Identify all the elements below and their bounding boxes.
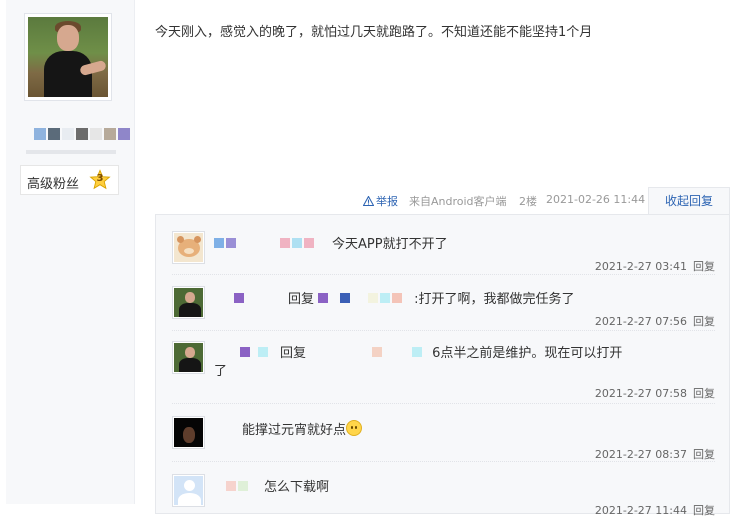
reply-avatar[interactable] — [172, 231, 205, 264]
reply-button[interactable]: 回复 — [693, 260, 715, 273]
username-obscured[interactable] — [214, 293, 232, 303]
fan-level-label: 高级粉丝 — [27, 177, 80, 192]
reply-avatar[interactable] — [172, 341, 205, 374]
reply-avatar[interactable] — [172, 474, 205, 507]
reply-avatar[interactable] — [172, 416, 205, 449]
emoji-icon — [346, 420, 363, 436]
reply-time: 2021-2-27 08:37 回复 — [594, 448, 715, 461]
divider — [172, 274, 715, 276]
reply-prefix: 回复 — [288, 292, 315, 307]
reply-text: 回复 6点半之前是维护。现在可以打开 — [214, 342, 622, 361]
warning-icon — [363, 196, 374, 206]
username-obscured[interactable] — [214, 347, 238, 357]
report-label: 举报 — [376, 195, 398, 208]
reply-button[interactable]: 回复 — [693, 387, 715, 400]
reply-text: 能撑过元宵就好点 — [214, 419, 363, 438]
reply-prefix: 回复 — [280, 346, 307, 361]
post-content: 今天刚入，感觉入的晚了，就怕过几天就跑路了。不知道还能不能坚持1个月 — [155, 25, 593, 40]
author-level-bar — [26, 150, 116, 154]
reply-panel: 今天APP就打不开了 2021-2-27 03:41 回复 回复 :打开了啊，我都… — [155, 214, 730, 517]
reply-time: 2021-2-27 11:44 回复 — [594, 504, 715, 517]
author-avatar-image — [28, 17, 108, 97]
reply-time: 2021-2-27 07:58 回复 — [594, 387, 715, 400]
reply-button[interactable]: 回复 — [693, 448, 715, 461]
author-name-obscured[interactable] — [34, 128, 130, 140]
username-obscured[interactable] — [214, 481, 224, 491]
reply-text: 今天APP就打不开了 — [214, 233, 448, 252]
post-source: 来自Android客户端 — [409, 195, 507, 208]
post-floor: 2楼 — [519, 195, 537, 208]
reply-button[interactable]: 回复 — [693, 315, 715, 328]
report-link[interactable]: 举报 — [363, 193, 398, 209]
post-time: 2021-02-26 11:44 — [546, 193, 646, 206]
reply-text-continued: 了 — [214, 364, 228, 379]
divider — [172, 330, 715, 332]
username-obscured[interactable] — [214, 238, 224, 248]
fan-level-badge[interactable]: 高级粉丝 3 — [20, 165, 119, 195]
reply-time: 2021-2-27 03:41 回复 — [594, 260, 715, 273]
username-obscured[interactable] — [214, 424, 240, 434]
fan-level-number: 3 — [96, 173, 104, 184]
author-avatar[interactable] — [24, 13, 112, 101]
collapse-replies-button[interactable]: 收起回复 — [648, 187, 730, 214]
divider — [172, 461, 715, 463]
star-icon: 3 — [89, 169, 111, 191]
reply-text: 回复 :打开了啊，我都做完任务了 — [214, 288, 575, 307]
reply-button[interactable]: 回复 — [693, 504, 715, 517]
reply-avatar[interactable] — [172, 286, 205, 319]
reply-text: 怎么下载啊 — [214, 476, 329, 495]
divider — [172, 403, 715, 405]
reply-time: 2021-2-27 07:56 回复 — [594, 315, 715, 328]
